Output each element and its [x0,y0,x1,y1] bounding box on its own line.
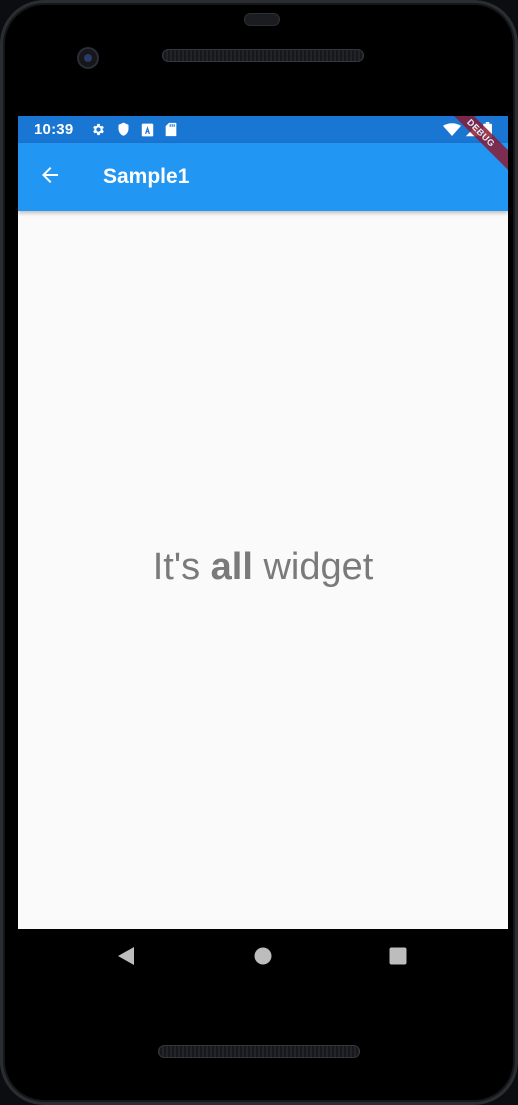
earpiece-slot [244,13,280,26]
settings-icon [91,122,106,137]
center-text-suffix: widget [252,546,374,588]
nav-home-button[interactable] [252,947,274,969]
system-nav-bar [18,929,508,987]
bottom-speaker-grille [158,1045,360,1058]
shield-icon [117,122,130,137]
nav-recents-button[interactable] [387,947,409,969]
wifi-icon [443,123,461,137]
center-text-bold: all [210,546,253,588]
back-button[interactable] [32,159,68,195]
screen: 10:39 Sample1 DEBUG It's all widget [18,116,508,929]
front-camera [77,47,99,69]
home-circle-icon [254,947,272,970]
sd-card-icon [165,122,177,137]
arrow-back-icon [38,163,62,192]
app-bar-title: Sample1 [103,165,190,188]
phone-device: 10:39 Sample1 DEBUG It's all widget [0,0,518,1105]
app-bar: Sample1 [18,143,508,211]
status-icons-left [91,122,177,137]
a-icon [141,123,154,137]
center-text-prefix: It's [152,546,211,588]
top-speaker-grille [162,49,364,62]
status-time: 10:39 [34,121,74,138]
status-bar: 10:39 [18,116,508,143]
back-triangle-icon [117,946,135,971]
center-text: It's all widget [18,546,508,589]
nav-back-button[interactable] [115,946,137,971]
recents-square-icon [389,947,407,970]
